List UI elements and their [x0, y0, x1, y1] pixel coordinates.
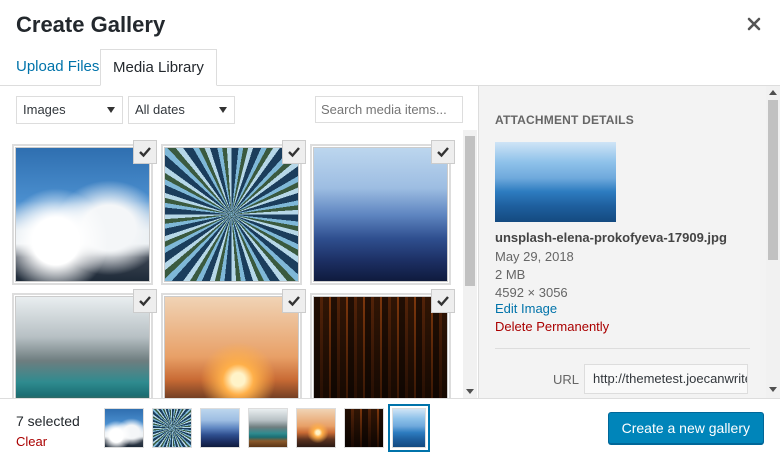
checkmark-icon[interactable]: [133, 289, 157, 313]
scroll-up-icon[interactable]: [769, 90, 777, 95]
media-item[interactable]: [15, 140, 157, 282]
media-item[interactable]: [313, 140, 455, 282]
selected-thumbnail[interactable]: [104, 408, 144, 448]
media-type-filter[interactable]: Images: [16, 96, 123, 124]
attachment-details-panel: Attachment Details unsplash-elena-prokof…: [478, 86, 780, 398]
thumbnail-image: [165, 297, 298, 398]
media-grid: [0, 140, 463, 398]
url-label: URL: [553, 372, 580, 387]
scrollbar-thumb[interactable]: [768, 100, 778, 260]
attachment-size: 2 MB: [495, 267, 526, 282]
media-item[interactable]: [164, 289, 306, 398]
media-item[interactable]: [313, 289, 455, 398]
media-type-filter-value: Images: [23, 102, 66, 117]
chevron-down-icon: [219, 107, 227, 113]
attachment-date: May 29, 2018: [495, 249, 574, 264]
sidebar-scrollbar[interactable]: [766, 86, 780, 398]
checkmark-icon[interactable]: [431, 140, 455, 164]
search-input[interactable]: [315, 96, 463, 123]
clear-selection-link[interactable]: Clear: [16, 434, 47, 449]
selected-count: 7 selected: [16, 413, 80, 429]
media-item[interactable]: [15, 289, 157, 398]
tab-upload-files[interactable]: Upload Files: [4, 49, 111, 85]
checkmark-icon[interactable]: [133, 140, 157, 164]
checkmark-icon[interactable]: [282, 140, 306, 164]
checkmark-icon[interactable]: [431, 289, 455, 313]
selected-thumbnail-active[interactable]: [392, 408, 426, 448]
attachment-filename: unsplash-elena-prokofyeva-17909.jpg: [495, 230, 727, 245]
thumbnail-image: [314, 148, 447, 281]
grid-scrollbar[interactable]: [463, 130, 477, 398]
selected-thumbnail[interactable]: [248, 408, 288, 448]
attachment-preview-image: [495, 142, 616, 222]
selected-thumbnail[interactable]: [152, 408, 192, 448]
scroll-down-icon[interactable]: [769, 387, 777, 392]
create-gallery-button[interactable]: Create a new gallery: [607, 412, 764, 444]
selected-thumbnail[interactable]: [296, 408, 336, 448]
scrollbar-thumb[interactable]: [465, 136, 475, 286]
attachment-details-heading: Attachment Details: [495, 113, 634, 127]
thumbnail-image: [16, 297, 149, 398]
tab-bar: Upload Files Media Library: [0, 49, 780, 86]
close-icon[interactable]: [744, 14, 764, 34]
scroll-down-icon[interactable]: [466, 389, 474, 394]
selection-toolbar: 7 selected Clear Create a new gallery: [0, 398, 780, 458]
thumbnail-image: [314, 297, 447, 398]
thumbnail-image: [165, 148, 298, 281]
tab-media-library[interactable]: Media Library: [100, 49, 217, 86]
selected-thumbnail[interactable]: [344, 408, 384, 448]
date-filter[interactable]: All dates: [128, 96, 235, 124]
date-filter-value: All dates: [135, 102, 185, 117]
delete-permanently-link[interactable]: Delete Permanently: [495, 319, 609, 334]
url-field[interactable]: http://themetest.joecanwrite: [584, 364, 748, 394]
thumbnail-image: [16, 148, 149, 281]
edit-image-link[interactable]: Edit Image: [495, 301, 557, 316]
media-item[interactable]: [164, 140, 306, 282]
attachment-dimensions: 4592 × 3056: [495, 285, 568, 300]
selected-thumbnail[interactable]: [200, 408, 240, 448]
modal-title: Create Gallery: [16, 12, 166, 37]
chevron-down-icon: [107, 107, 115, 113]
checkmark-icon[interactable]: [282, 289, 306, 313]
divider: [495, 348, 750, 349]
